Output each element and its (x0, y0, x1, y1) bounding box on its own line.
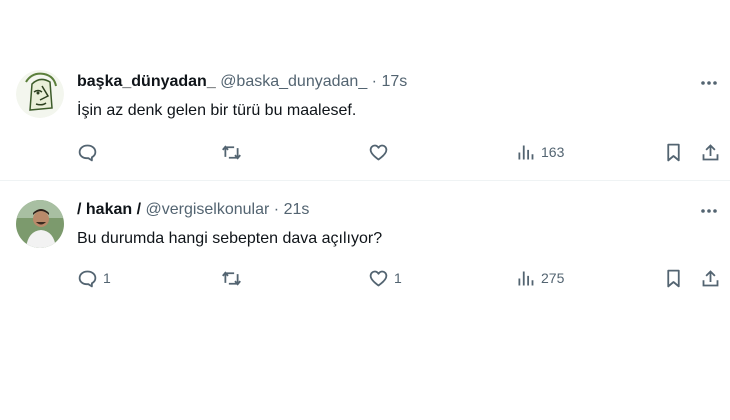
display-name[interactable]: başka_dünyadan_ (77, 73, 216, 90)
views-button[interactable]: 163 (515, 140, 564, 164)
user-handle[interactable]: @baska_dunyadan_ (220, 73, 367, 90)
reply-button[interactable]: 1 (77, 266, 111, 290)
bookmark-button[interactable] (663, 266, 684, 290)
separator-dot: · (273, 201, 280, 218)
reply-icon (77, 268, 98, 289)
more-options-button[interactable] (698, 200, 720, 222)
share-button[interactable] (700, 266, 721, 290)
heart-icon (368, 268, 389, 289)
heart-icon (368, 142, 389, 163)
tweet-text: Bu durumda hangi sebepten dava açılıyor? (77, 230, 383, 247)
photo-avatar-icon (16, 200, 64, 248)
share-icon (700, 142, 721, 163)
timeline-feed: başka_dünyadan_ @baska_dunyadan_ · 17s İ… (0, 0, 730, 420)
more-horizontal-icon (701, 81, 717, 85)
tweet-header: / hakan / @vergiselkonular · 21s (77, 200, 309, 220)
user-handle[interactable]: @vergiselkonular (145, 201, 269, 218)
drawn-face-avatar-icon (16, 70, 64, 118)
analytics-icon (515, 268, 536, 289)
tweet-item[interactable]: / hakan / @vergiselkonular · 21s Bu duru… (0, 181, 730, 311)
timestamp[interactable]: 17s (381, 73, 407, 90)
retweet-button[interactable] (221, 140, 247, 164)
more-horizontal-icon (701, 209, 717, 213)
bookmark-button[interactable] (663, 140, 684, 164)
tweet-item[interactable]: başka_dünyadan_ @baska_dunyadan_ · 17s İ… (0, 0, 730, 180)
display-name[interactable]: / hakan / (77, 201, 141, 218)
tweet-header: başka_dünyadan_ @baska_dunyadan_ · 17s (77, 72, 407, 92)
like-button[interactable]: 1 (368, 266, 402, 290)
analytics-icon (515, 142, 536, 163)
reply-count: 1 (103, 270, 111, 286)
bookmark-icon (663, 142, 684, 163)
like-count: 1 (394, 270, 402, 286)
retweet-button[interactable] (221, 266, 247, 290)
like-button[interactable] (368, 140, 394, 164)
retweet-icon (221, 142, 242, 163)
views-button[interactable]: 275 (515, 266, 564, 290)
view-count: 163 (541, 144, 565, 160)
timestamp[interactable]: 21s (284, 201, 310, 218)
retweet-icon (221, 268, 242, 289)
tweet-text: İşin az denk gelen bir türü bu maalesef. (77, 102, 357, 119)
share-icon (700, 268, 721, 289)
tweet-actions: 1 1 275 (0, 266, 730, 290)
reply-icon (77, 142, 98, 163)
bookmark-icon (663, 268, 684, 289)
view-count: 275 (541, 270, 565, 286)
reply-button[interactable] (77, 140, 103, 164)
avatar[interactable] (16, 200, 64, 248)
more-options-button[interactable] (698, 72, 720, 94)
avatar[interactable] (16, 70, 64, 118)
separator-dot: · (371, 73, 377, 90)
tweet-actions: 163 (0, 140, 730, 164)
share-button[interactable] (700, 140, 721, 164)
